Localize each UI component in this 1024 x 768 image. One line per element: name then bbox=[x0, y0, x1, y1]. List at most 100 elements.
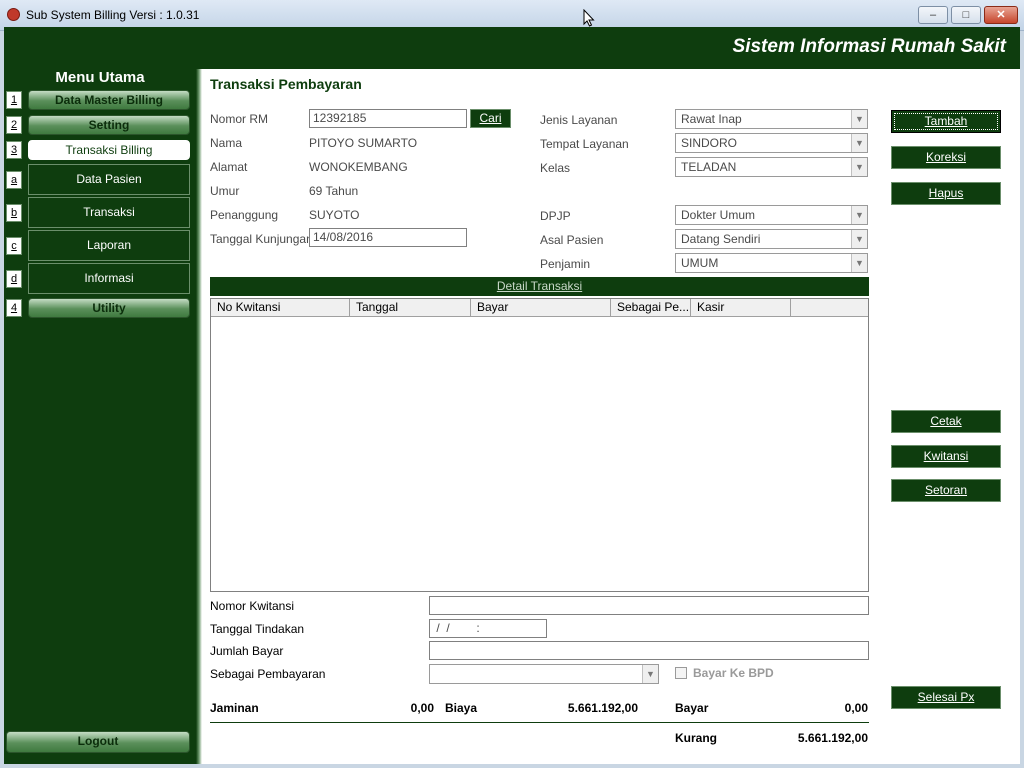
chevron-down-icon[interactable]: ▼ bbox=[642, 665, 658, 683]
minimize-button[interactable]: – bbox=[918, 6, 948, 24]
bayar-ke-bpd-label: Bayar Ke BPD bbox=[693, 666, 774, 680]
jumlah-bayar-label: Jumlah Bayar bbox=[210, 644, 284, 658]
chevron-down-icon[interactable]: ▼ bbox=[851, 110, 867, 128]
chevron-down-icon[interactable]: ▼ bbox=[851, 230, 867, 248]
menu-number-3[interactable]: 3 bbox=[6, 141, 22, 159]
mouse-cursor-icon bbox=[583, 9, 595, 27]
column-header-tanggal[interactable]: Tanggal bbox=[350, 299, 471, 316]
kelas-select[interactable]: TELADAN ▼ bbox=[675, 157, 868, 177]
tempat-layanan-value: SINDORO bbox=[681, 136, 738, 150]
tempat-layanan-select[interactable]: SINDORO ▼ bbox=[675, 133, 868, 153]
detail-transaksi-table[interactable] bbox=[210, 298, 869, 592]
sidebar-item-data-master-billing[interactable]: Data Master Billing bbox=[28, 90, 190, 110]
nama-value: PITOYO SUMARTO bbox=[309, 136, 418, 150]
kelas-value: TELADAN bbox=[681, 160, 737, 174]
kelas-label: Kelas bbox=[540, 161, 571, 175]
penanggung-label: Penanggung bbox=[210, 208, 279, 222]
hapus-button[interactable]: Hapus bbox=[891, 182, 1001, 205]
tanggal-tindakan-input[interactable]: / / : bbox=[429, 619, 547, 638]
app-icon bbox=[7, 8, 20, 21]
asal-pasien-select[interactable]: Datang Sendiri ▼ bbox=[675, 229, 868, 249]
sebagai-pembayaran-select[interactable]: ▼ bbox=[429, 664, 659, 684]
menu-number-1[interactable]: 1 bbox=[6, 91, 22, 109]
sidebar-item-setting[interactable]: Setting bbox=[28, 115, 190, 135]
jenis-layanan-label: Jenis Layanan bbox=[540, 113, 618, 127]
alamat-label: Alamat bbox=[210, 160, 248, 174]
nomor-rm-input[interactable]: 12392185 bbox=[309, 109, 467, 128]
jaminan-label: Jaminan bbox=[210, 701, 259, 715]
logout-button[interactable]: Logout bbox=[6, 731, 190, 753]
sidebar-item-utility[interactable]: Utility bbox=[28, 298, 190, 318]
menu-number-4[interactable]: 4 bbox=[6, 299, 22, 317]
sidebar-divider bbox=[196, 69, 202, 764]
sidebar-item-transaksi-billing[interactable]: Transaksi Billing bbox=[28, 140, 190, 160]
setoran-button[interactable]: Setoran bbox=[891, 479, 1001, 502]
column-header-no-kwitansi[interactable]: No Kwitansi bbox=[211, 299, 350, 316]
table-header-row: No Kwitansi Tanggal Bayar Sebagai Pe... … bbox=[211, 299, 868, 317]
menu-number-a[interactable]: a bbox=[6, 171, 22, 189]
chevron-down-icon[interactable]: ▼ bbox=[851, 254, 867, 272]
tambah-button[interactable]: Tambah bbox=[891, 110, 1001, 133]
cari-button[interactable]: Cari bbox=[470, 109, 511, 128]
chevron-down-icon[interactable]: ▼ bbox=[851, 206, 867, 224]
jenis-layanan-select[interactable]: Rawat Inap ▼ bbox=[675, 109, 868, 129]
column-header-sebagai-pembayaran[interactable]: Sebagai Pe... bbox=[611, 299, 691, 316]
column-header-bayar[interactable]: Bayar bbox=[471, 299, 611, 316]
close-button[interactable]: ✕ bbox=[984, 6, 1018, 24]
detail-transaksi-header: Detail Transaksi bbox=[210, 277, 869, 296]
tanggal-kunjungan-label: Tanggal Kunjungan bbox=[210, 232, 313, 246]
bayar-value: 0,00 bbox=[844, 701, 868, 715]
sidebar-item-transaksi[interactable]: Transaksi bbox=[28, 197, 190, 228]
tempat-layanan-label: Tempat Layanan bbox=[540, 137, 629, 151]
menu-number-2[interactable]: 2 bbox=[6, 116, 22, 134]
biaya-value: 5.661.192,00 bbox=[567, 701, 638, 715]
nama-label: Nama bbox=[210, 136, 243, 150]
jumlah-bayar-input[interactable] bbox=[429, 641, 869, 660]
selesai-px-button[interactable]: Selesai Px bbox=[891, 686, 1001, 709]
jaminan-value: 0,00 bbox=[410, 701, 434, 715]
page-title: Transaksi Pembayaran bbox=[210, 76, 362, 92]
dpjp-select[interactable]: Dokter Umum ▼ bbox=[675, 205, 868, 225]
dpjp-label: DPJP bbox=[540, 209, 571, 223]
sidebar-item-data-pasien[interactable]: Data Pasien bbox=[28, 164, 190, 195]
sidebar-title: Menu Utama bbox=[55, 69, 145, 86]
alamat-value: WONOKEMBANG bbox=[309, 160, 408, 174]
asal-pasien-label: Asal Pasien bbox=[540, 233, 604, 247]
asal-pasien-value: Datang Sendiri bbox=[681, 232, 761, 246]
menu-number-b[interactable]: b bbox=[6, 204, 22, 222]
chevron-down-icon[interactable]: ▼ bbox=[851, 158, 867, 176]
nomor-kwitansi-input[interactable] bbox=[429, 596, 869, 615]
column-header-kasir[interactable]: Kasir bbox=[691, 299, 791, 316]
dpjp-value: Dokter Umum bbox=[681, 208, 756, 222]
totals-divider bbox=[210, 722, 869, 723]
sidebar-item-informasi[interactable]: Informasi bbox=[28, 263, 190, 294]
maximize-button[interactable]: □ bbox=[951, 6, 981, 24]
sidebar-item-laporan[interactable]: Laporan bbox=[28, 230, 190, 261]
nomor-kwitansi-label: Nomor Kwitansi bbox=[210, 599, 295, 613]
app-header: Sistem Informasi Rumah Sakit bbox=[4, 27, 1020, 69]
kurang-label: Kurang bbox=[675, 731, 717, 745]
sebagai-pembayaran-label: Sebagai Pembayaran bbox=[210, 667, 326, 681]
app-header-title: Sistem Informasi Rumah Sakit bbox=[732, 36, 1006, 57]
penjamin-label: Penjamin bbox=[540, 257, 591, 271]
tanggal-tindakan-label: Tanggal Tindakan bbox=[210, 622, 305, 636]
nomor-rm-label: Nomor RM bbox=[210, 112, 269, 126]
menu-number-d[interactable]: d bbox=[6, 270, 22, 288]
umur-label: Umur bbox=[210, 184, 240, 198]
koreksi-button[interactable]: Koreksi bbox=[891, 146, 1001, 169]
umur-value: 69 Tahun bbox=[309, 184, 359, 198]
bayar-label: Bayar bbox=[675, 701, 709, 715]
menu-number-c[interactable]: c bbox=[6, 237, 22, 255]
kwitansi-button[interactable]: Kwitansi bbox=[891, 445, 1001, 468]
tanggal-kunjungan-input[interactable]: 14/08/2016 bbox=[309, 228, 467, 247]
penjamin-select[interactable]: UMUM ▼ bbox=[675, 253, 868, 273]
jenis-layanan-value: Rawat Inap bbox=[681, 112, 742, 126]
biaya-label: Biaya bbox=[445, 701, 478, 715]
cetak-button[interactable]: Cetak bbox=[891, 410, 1001, 433]
penanggung-value: SUYOTO bbox=[309, 208, 360, 222]
chevron-down-icon[interactable]: ▼ bbox=[851, 134, 867, 152]
bayar-ke-bpd-checkbox[interactable] bbox=[675, 667, 687, 679]
kurang-value: 5.661.192,00 bbox=[797, 731, 868, 745]
window-title: Sub System Billing Versi : 1.0.31 bbox=[26, 8, 200, 22]
penjamin-value: UMUM bbox=[681, 256, 719, 270]
